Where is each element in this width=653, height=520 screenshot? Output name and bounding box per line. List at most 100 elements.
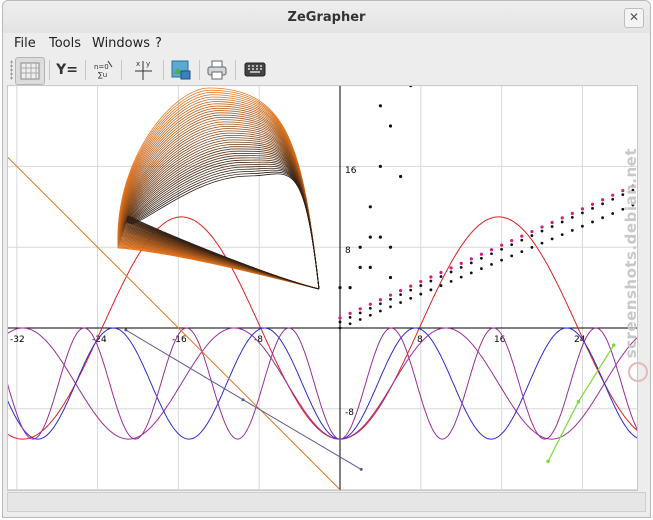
scatter-dot — [368, 235, 372, 239]
pink-dot — [500, 243, 504, 247]
scatter-dot — [358, 265, 362, 269]
black-dot — [379, 309, 382, 313]
orange-line — [6, 155, 341, 490]
svg-text:∑u: ∑u — [98, 71, 107, 79]
debian-logo-icon — [628, 362, 648, 382]
black-dot — [510, 254, 514, 258]
close-button[interactable]: ✕ — [624, 8, 644, 28]
black-dot — [348, 322, 352, 326]
pink-dot — [530, 229, 534, 234]
black-dot — [429, 288, 433, 292]
scatter-dot — [388, 245, 393, 249]
black-dot — [530, 234, 534, 237]
parametric-icon: x y — [135, 60, 152, 80]
pink-dot — [510, 239, 514, 243]
black-dot — [601, 202, 604, 206]
sequence-icon: n=0 ∑u — [94, 60, 113, 79]
pink-dot — [520, 234, 524, 238]
pink-dot — [368, 302, 372, 306]
print-button[interactable] — [203, 57, 231, 83]
menu-windows[interactable]: Windows — [92, 36, 150, 51]
title-bar: ZeGrapher ✕ — [3, 1, 650, 33]
toolbar: Y= n=0 ∑u x y — [3, 55, 650, 85]
black-dot — [500, 258, 503, 262]
pink-dot — [560, 216, 564, 220]
scatter-dot — [378, 104, 382, 108]
window-title: ZeGrapher — [287, 10, 366, 25]
scatter-dot — [368, 265, 372, 269]
green-line-marker — [611, 343, 616, 347]
pink-dot — [419, 279, 423, 284]
pink-dot — [378, 298, 382, 302]
black-dot — [480, 267, 483, 271]
parametric-button[interactable]: x y — [129, 57, 157, 83]
pink-dot — [601, 198, 605, 202]
black-dot — [399, 293, 402, 297]
functions-label: Y= — [56, 62, 78, 78]
black-dot — [368, 313, 372, 317]
pink-dot — [580, 207, 585, 211]
scatter-dot — [368, 205, 372, 209]
black-dot — [389, 297, 392, 301]
black-dot — [581, 224, 584, 228]
black-dot — [368, 306, 372, 310]
parametric-loops — [117, 87, 320, 290]
watermark-text: screenshots.debian.net — [622, 148, 640, 359]
black-dot — [449, 270, 453, 274]
toolbar-separator — [85, 60, 86, 80]
graph-plot[interactable]: -32 -24 -16 -8 8 16 24 16 8 -8 — [6, 3, 645, 491]
pink-dot — [570, 211, 574, 215]
y-tick-label: 8 — [345, 246, 351, 256]
y-tick-label: -8 — [345, 408, 354, 418]
pink-dot — [388, 293, 393, 297]
image-export-icon — [171, 60, 191, 80]
black-dot — [409, 296, 413, 300]
pink-dot — [399, 289, 403, 293]
black-dot — [490, 262, 493, 266]
black-dot — [560, 233, 564, 237]
black-dot — [439, 284, 443, 287]
pink-dot — [469, 257, 473, 261]
printer-icon — [207, 60, 227, 80]
black-dot — [611, 212, 615, 215]
sequences-button[interactable]: n=0 ∑u — [89, 57, 117, 83]
scatter-dot — [378, 164, 382, 168]
black-dot — [379, 302, 382, 306]
svg-text:x: x — [136, 60, 140, 68]
green-line — [547, 344, 615, 462]
black-dot — [520, 250, 524, 254]
keyboard-button[interactable] — [241, 57, 269, 83]
black-dot — [419, 284, 423, 287]
menu-file[interactable]: File — [14, 36, 36, 51]
pink-dot — [429, 275, 433, 279]
black-dot — [570, 216, 574, 219]
black-dot — [490, 252, 493, 256]
scatter-dot — [358, 245, 362, 249]
export-image-button[interactable] — [167, 57, 195, 83]
grid-toggle-button[interactable] — [15, 57, 45, 85]
black-dot — [469, 271, 473, 275]
pink-dot — [489, 248, 494, 252]
black-dot — [459, 266, 463, 269]
toolbar-grip[interactable] — [10, 60, 13, 80]
black-dot — [480, 256, 483, 260]
black-dot — [601, 216, 604, 220]
app-window: ZeGrapher ✕ File Tools Windows ? Y= n=0 … — [2, 0, 651, 518]
pink-dot — [550, 220, 554, 225]
menu-tools[interactable]: Tools — [49, 36, 81, 51]
black-dot — [540, 241, 544, 245]
black-dot — [500, 247, 503, 251]
black-dot — [570, 229, 574, 232]
sequence-dots — [338, 3, 645, 330]
scatter-dot — [338, 286, 342, 290]
toolbar-separator — [235, 60, 236, 80]
pink-dot — [358, 307, 362, 311]
pink-dot — [348, 311, 352, 315]
black-dot — [439, 275, 443, 278]
functions-button[interactable]: Y= — [53, 57, 81, 83]
pink-dot — [479, 252, 483, 256]
pink-dot — [611, 193, 615, 197]
toolbar-separator — [121, 60, 122, 80]
menu-help[interactable]: ? — [155, 36, 162, 51]
graph-canvas[interactable]: -32 -24 -16 -8 8 16 24 16 8 -8 — [6, 3, 645, 491]
